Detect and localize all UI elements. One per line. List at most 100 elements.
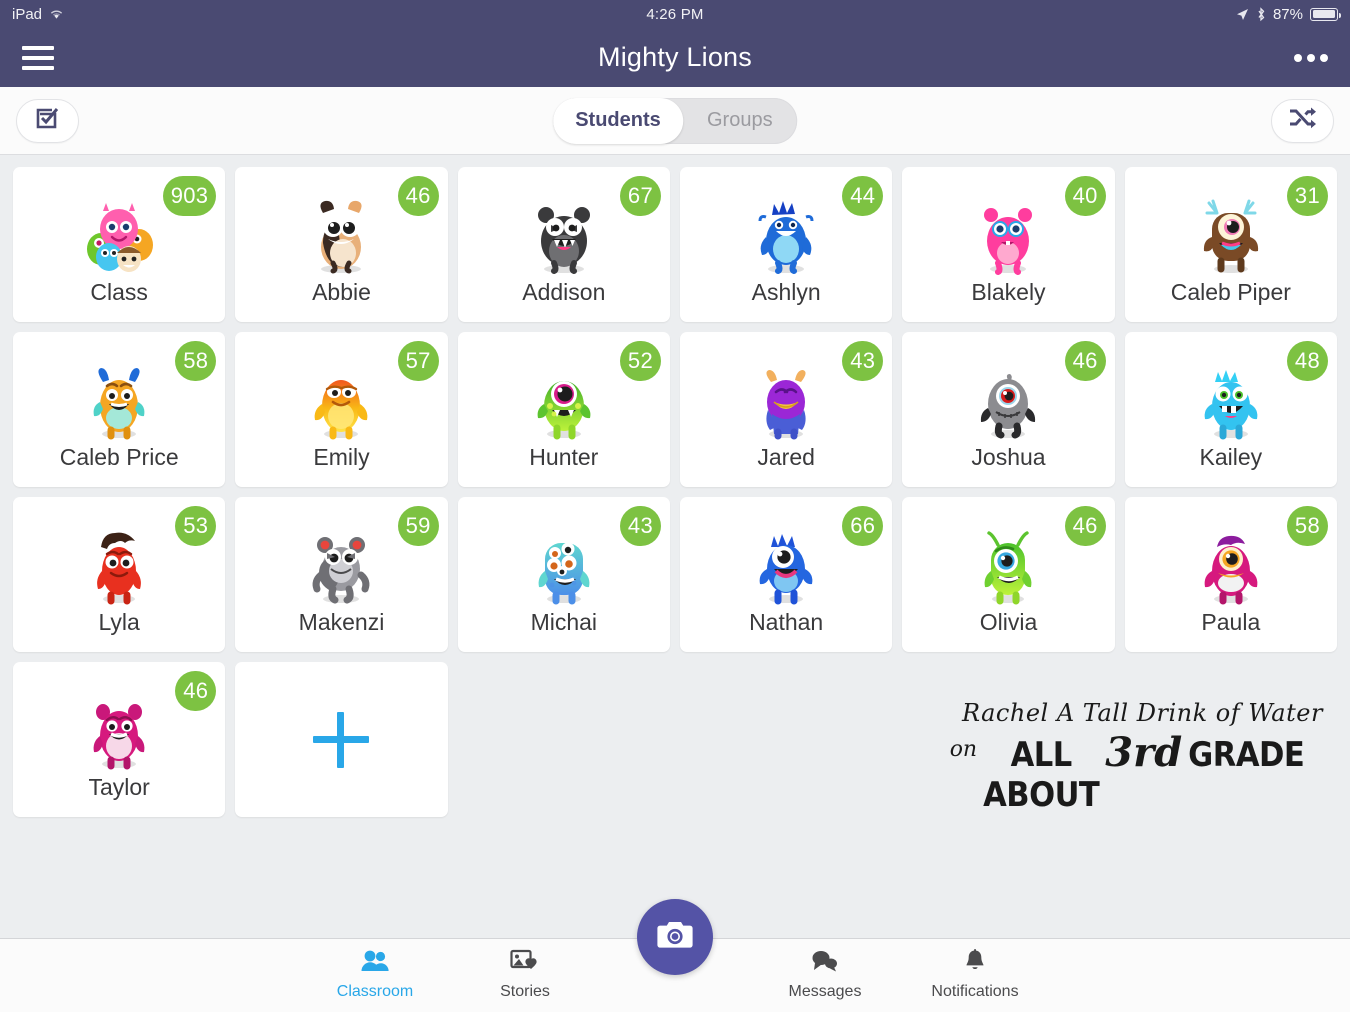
points-badge[interactable]: 43 xyxy=(619,506,661,546)
chat-bubbles-icon xyxy=(810,949,840,978)
student-card[interactable]: 59 Makenzi xyxy=(235,497,448,652)
student-card[interactable]: 53 Lyla xyxy=(13,497,226,652)
green-antenna-cyclops-monster-avatar xyxy=(960,511,1056,607)
watermark-on: on xyxy=(949,737,978,762)
plus-icon xyxy=(313,711,370,768)
status-bar-time: 4:26 PM xyxy=(646,5,704,23)
student-name: Makenzi xyxy=(298,609,385,635)
tab-students-label: Students xyxy=(575,109,661,131)
points-badge[interactable]: 53 xyxy=(175,506,217,546)
tab-stories[interactable]: Stories xyxy=(450,949,600,1001)
student-card[interactable]: 46 Joshua xyxy=(902,332,1115,487)
points-badge[interactable]: 59 xyxy=(397,506,439,546)
camera-button[interactable] xyxy=(637,899,713,975)
student-name: Class xyxy=(90,279,148,305)
blue-furry-cyclops-monster-avatar xyxy=(738,511,834,607)
student-card[interactable]: 44 Ashlyn xyxy=(679,167,893,322)
shuffle-button[interactable] xyxy=(1271,98,1334,143)
shuffle-icon xyxy=(1288,105,1318,136)
points-badge[interactable]: 44 xyxy=(842,176,884,216)
student-name: Lyla xyxy=(98,609,140,635)
points-badge[interactable]: 46 xyxy=(1064,506,1106,546)
student-card[interactable]: 46 Olivia xyxy=(902,497,1115,652)
student-name: Olivia xyxy=(979,609,1038,635)
cyan-furry-monster-avatar xyxy=(1183,346,1279,442)
hamburger-menu-icon[interactable] xyxy=(22,45,54,70)
device-label: iPad xyxy=(12,5,43,23)
tab-messages[interactable]: Messages xyxy=(750,949,900,1001)
points-badge[interactable]: 67 xyxy=(619,176,661,216)
watermark-line-1: Rachel A Tall Drink of Water xyxy=(962,699,1323,727)
watermark-all-about: ALL ABOUT xyxy=(983,735,1100,815)
student-name: Joshua xyxy=(971,444,1046,470)
camera-icon xyxy=(656,919,694,956)
battery-percent-label: 87% xyxy=(1272,5,1303,23)
tab-notifications-label: Notifications xyxy=(931,983,1019,1000)
toolbar: Students Groups xyxy=(0,87,1350,155)
tab-notifications[interactable]: Notifications xyxy=(900,949,1050,1001)
student-name: Paula xyxy=(1201,609,1261,635)
gray-furry-cyclops-monster-avatar xyxy=(960,346,1056,442)
tab-classroom[interactable]: Classroom xyxy=(300,949,450,1001)
orange-horned-monster-avatar xyxy=(71,346,167,442)
student-card[interactable]: 48 Kailey xyxy=(1124,332,1337,487)
tan-black-ferret-monster-avatar xyxy=(293,181,389,277)
student-card[interactable]: 66 Nathan xyxy=(679,497,893,652)
student-card[interactable]: 40 Blakely xyxy=(902,167,1115,322)
status-bar-left: iPad xyxy=(12,6,64,23)
red-hair-monster-avatar xyxy=(71,511,167,607)
people-icon xyxy=(360,949,390,978)
student-name: Kailey xyxy=(1199,444,1263,470)
add-student-card[interactable] xyxy=(235,662,448,817)
student-card[interactable]: 58 Caleb Price xyxy=(13,332,226,487)
checklist-button[interactable] xyxy=(16,98,79,143)
nav-bar: Mighty Lions xyxy=(0,28,1350,87)
battery-icon xyxy=(1310,7,1341,21)
student-card[interactable]: 67 Addison xyxy=(457,167,670,322)
tab-students[interactable]: Students xyxy=(553,97,683,144)
student-name: Nathan xyxy=(749,609,824,635)
student-card[interactable]: 43 Jared xyxy=(679,332,893,487)
student-card[interactable]: 58 Paula xyxy=(1124,497,1337,652)
points-badge[interactable]: 58 xyxy=(175,341,217,381)
teal-many-eyes-monster-avatar xyxy=(516,511,612,607)
classdojo-app: iPad 4:26 PM 87% Mighty Lions Students G… xyxy=(0,0,1350,1012)
watermark-line-2: on ALL ABOUT 3rd GRADE xyxy=(950,729,1305,815)
points-badge[interactable]: 52 xyxy=(619,341,661,381)
tab-messages-label: Messages xyxy=(788,983,862,1000)
student-name: Ashlyn xyxy=(751,279,821,305)
blue-spiky-hair-monster-avatar xyxy=(738,181,834,277)
student-card[interactable]: 43 Michai xyxy=(457,497,670,652)
points-badge[interactable]: 48 xyxy=(1286,341,1328,381)
points-badge[interactable]: 46 xyxy=(397,176,439,216)
location-arrow-icon xyxy=(1236,8,1249,21)
points-badge[interactable]: 46 xyxy=(175,671,217,711)
student-card[interactable]: 52 Hunter xyxy=(457,332,670,487)
watermark-third: 3rd xyxy=(1105,729,1183,776)
points-badge[interactable]: 40 xyxy=(1064,176,1106,216)
points-badge[interactable]: 43 xyxy=(842,341,884,381)
status-bar: iPad 4:26 PM 87% xyxy=(0,0,1350,28)
more-options-icon[interactable] xyxy=(1294,53,1328,62)
tab-groups[interactable]: Groups xyxy=(683,98,797,144)
student-name: Caleb Price xyxy=(59,444,179,470)
points-badge[interactable]: 57 xyxy=(397,341,439,381)
student-card[interactable]: 46 Abbie xyxy=(235,167,448,322)
student-name: Michai xyxy=(530,609,598,635)
student-name: Blakely xyxy=(971,279,1046,305)
points-badge[interactable]: 903 xyxy=(162,176,217,216)
student-card[interactable]: 46 Taylor xyxy=(13,662,226,817)
points-badge[interactable]: 31 xyxy=(1286,176,1328,216)
points-badge[interactable]: 58 xyxy=(1286,506,1328,546)
photo-heart-icon xyxy=(510,949,540,978)
points-badge[interactable]: 46 xyxy=(1064,341,1106,381)
student-name: Addison xyxy=(522,279,606,305)
tab-classroom-label: Classroom xyxy=(336,983,414,1000)
student-card[interactable]: 903 Class xyxy=(13,167,226,322)
points-badge[interactable]: 66 xyxy=(842,506,884,546)
student-card[interactable]: 31 Caleb Piper xyxy=(1124,167,1337,322)
gray-bear-monster-avatar xyxy=(293,511,389,607)
student-name: Abbie xyxy=(312,279,371,305)
brown-antler-cyclops-monster-avatar xyxy=(1183,181,1279,277)
student-card[interactable]: 57 Emily xyxy=(235,332,448,487)
